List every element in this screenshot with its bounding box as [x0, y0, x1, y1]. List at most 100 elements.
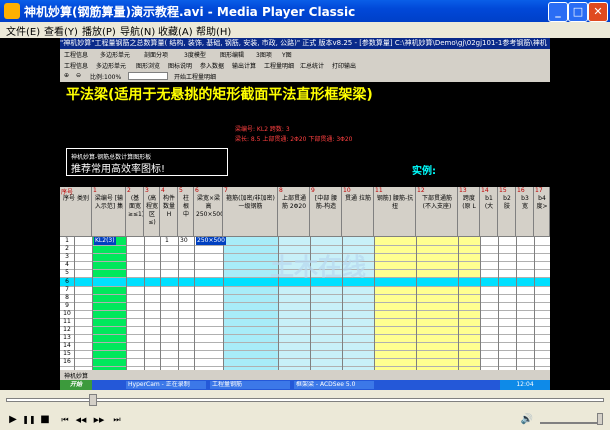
row-number: 13: [63, 334, 71, 341]
title-bar: 神机妙算(钢筋算量)演示教程.avi - Media Player Classi…: [0, 0, 610, 22]
stop-icon[interactable]: ■: [38, 413, 52, 427]
detail-button: 开始工程量明细: [174, 74, 217, 81]
banner-title: 平法梁(适用于无悬挑的矩形截面平法直形框架梁): [66, 87, 373, 103]
count-cell[interactable]: 1: [165, 237, 169, 245]
spans-cell[interactable]: 30: [180, 237, 188, 245]
pause-icon[interactable]: ❚❚: [22, 413, 36, 427]
column-header: 序号 序号 类别: [60, 187, 92, 237]
row-number: 7: [65, 286, 69, 293]
tb2-item: 图标说明: [168, 63, 193, 70]
example-label: 实例:: [412, 166, 436, 177]
playback-controls: ▶ ❚❚ ■ ⏮ ◀◀ ▶▶ ⏭ 🔊: [0, 410, 610, 430]
fast-forward-icon[interactable]: ▶▶: [92, 413, 106, 427]
tb1-item: 图形编辑: [220, 52, 245, 59]
zoom-field: [128, 72, 168, 80]
column-header: 13 跨度 (原 L: [458, 187, 480, 237]
tb1-item: 剖面分项: [144, 52, 169, 59]
hint-box: 神机妙算-钢筋总数计算图形板 推荐常用高效率图标!: [66, 148, 228, 176]
rewind-icon[interactable]: ◀◀: [74, 413, 88, 427]
previous-icon[interactable]: ⏮: [58, 413, 72, 427]
row-number: 10: [63, 310, 71, 317]
menu-play[interactable]: 播放(P): [82, 23, 116, 38]
menu-navigate[interactable]: 导航(N): [120, 23, 155, 38]
tb1-item: Y图: [282, 52, 292, 59]
row-number: 14: [63, 342, 71, 349]
task-item: 工程量钢筋: [210, 381, 290, 389]
hint-line-2: 推荐常用高效率图标!: [71, 164, 166, 175]
tb2-item: 图形浏览: [136, 63, 161, 70]
row-number: 5: [65, 269, 69, 276]
column-header: 12 下部贯通筋 (不入支座): [416, 187, 458, 237]
column-header: 1 梁编号 [输入示范] 集: [92, 187, 126, 237]
zoom-out-icon: ⊖: [76, 72, 82, 79]
row-number: 4: [65, 261, 69, 268]
column-header: 7 箍筋(加密/非加密) 一级钢筋: [223, 187, 278, 237]
clock: 12:04: [500, 380, 550, 390]
column-header: 11 钢筋] 腰筋-抗扭: [374, 187, 416, 237]
column-header: 14 b1 (大: [480, 187, 498, 237]
zoom-in-icon: ⊕: [64, 72, 70, 79]
tb2-item: 打印输出: [332, 63, 357, 70]
tb1-item: 3度模型: [184, 52, 206, 59]
recorded-toolbar-1: 工程信息 多边形单元 剖面分项 3度模型 图形编辑 3图项 Y图: [60, 49, 550, 60]
column-header: 8 上部贯通筋 2Φ20: [278, 187, 310, 237]
section-cell[interactable]: 250×500: [196, 237, 226, 245]
tb2-item: 工程信息: [64, 63, 89, 70]
minimize-button[interactable]: _: [548, 2, 568, 22]
maximize-button[interactable]: □: [568, 2, 588, 22]
app-icon: [4, 3, 20, 19]
menu-favorites[interactable]: 收藏(A): [158, 23, 193, 38]
column-header: 16 b3 宽: [516, 187, 534, 237]
task-item: 框架梁 - ACDSee 5.0: [294, 381, 374, 389]
tb1-item: 3图项: [256, 52, 272, 59]
volume-icon[interactable]: 🔊: [520, 413, 534, 427]
banner-note: 梁长: 8.5 上部贯通: 2Φ20 下部贯通: 3Φ20: [235, 136, 353, 143]
menu-bar: 文件(E) 查看(Y) 播放(P) 导航(N) 收藏(A) 帮助(H): [0, 22, 610, 38]
banner-note: 梁编号: KL2 跨数: 3: [235, 126, 290, 133]
recorded-app-title: "神机妙算"工程量钢筋之总数算量( 结构, 装饰, 基础, 钢筋, 安装, 市政…: [60, 38, 550, 49]
seek-thumb[interactable]: [88, 394, 97, 406]
row-number: 11: [63, 318, 71, 325]
volume-thumb[interactable]: [596, 413, 603, 425]
tb1-item: 多边形单元: [100, 52, 131, 59]
start-button: 开始: [60, 380, 92, 390]
play-icon[interactable]: ▶: [6, 413, 20, 427]
sheet-tab-bar: 神机妙算: [60, 370, 550, 380]
column-header: 17 b4 度>: [534, 187, 550, 237]
tb1-item: 工程信息: [64, 52, 89, 59]
column-header: 15 b2 肢: [498, 187, 516, 237]
menu-view[interactable]: 查看(Y): [44, 23, 78, 38]
column-header: 4 构件 数量 H: [160, 187, 178, 237]
window-title: 神机妙算(钢筋算量)演示教程.avi - Media Player Classi…: [24, 5, 356, 19]
sheet-tab: 神机妙算: [64, 373, 89, 380]
menu-file[interactable]: 文件(E): [6, 23, 40, 38]
volume-track[interactable]: [540, 418, 598, 424]
row-number: 15: [63, 350, 71, 357]
seek-bar[interactable]: [0, 390, 610, 410]
beam-banner: 平法梁(适用于无悬挑的矩形截面平法直形框架梁) 梁编号: KL2 跨数: 3 梁…: [60, 82, 550, 187]
menu-help[interactable]: 帮助(H): [196, 23, 231, 38]
task-item: HyperCam - 正在录制: [126, 381, 206, 389]
row-number: 12: [63, 326, 71, 333]
row-number: 3: [65, 253, 69, 260]
column-header: 6 梁宽×梁高 250×500: [194, 187, 223, 237]
row-number: 8: [65, 294, 69, 301]
recorded-toolbar-2: 工程信息 多边形单元 图形浏览 图标说明 参入数据 输出计算 工程量明细 汇总统…: [60, 60, 550, 71]
close-button[interactable]: ✕: [588, 2, 608, 22]
row-number: 9: [65, 302, 69, 309]
row-number: 16: [63, 358, 71, 365]
row-number: 1: [65, 237, 69, 244]
tb2-item: 参入数据: [200, 63, 225, 70]
column-header: 9 [中部 腰筋-构造: [310, 187, 342, 237]
next-icon[interactable]: ⏭: [110, 413, 124, 427]
recorded-taskbar: 开始 HyperCam - 正在录制 工程量钢筋 框架梁 - ACDSee 5.…: [60, 380, 550, 390]
recorded-toolbar-3: ⊕ ⊖ 比例:100% 开始工程量明细: [60, 71, 550, 82]
tb2-item: 多边形单元: [96, 63, 127, 70]
tb2-item: 工程量明细: [264, 63, 295, 70]
beam-name-cell[interactable]: KL2(3): [94, 237, 116, 245]
video-frame[interactable]: "神机妙算"工程量钢筋之总数算量( 结构, 装饰, 基础, 钢筋, 安装, 市政…: [60, 38, 550, 390]
beam-grid: 序号 序号 类别 1 梁编号 [输入示范] 集 2 (基 面宽 ≥≤1) 3 (高 程宽…: [60, 187, 550, 370]
row-number: 2: [65, 245, 69, 252]
column-header: 5柱 根 中: [178, 187, 194, 237]
column-header: 3 (高 程宽 区≤): [144, 187, 160, 237]
